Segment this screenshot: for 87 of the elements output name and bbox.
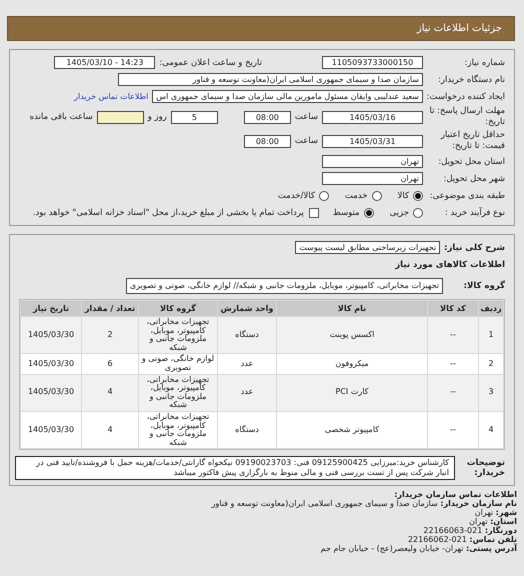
radio-label: خدمت (344, 190, 368, 200)
radio-button[interactable] (413, 208, 423, 218)
need-number-field: 1105093733000150 (322, 56, 423, 69)
table-cell: تجهیزات مخابراتی، کامپیوتر، موبایل، ملزومات جانبی و شبکه (139, 412, 217, 448)
column-header: تعداد / مقدار (82, 301, 138, 316)
field-label: ساعت (294, 136, 318, 146)
field-label: نام دستگاه خریدار: (437, 74, 505, 84)
column-header: واحد شمارش (218, 301, 276, 316)
field-label: شهر محل تحویل: (442, 174, 505, 184)
city-field: تهران (322, 172, 423, 185)
table-cell: عدد (218, 374, 276, 411)
days-field: 5 (170, 110, 218, 124)
contact-line: استان: تهران (468, 517, 517, 526)
field-label: روز و (148, 112, 167, 122)
radio-button[interactable] (318, 190, 329, 200)
table-cell: 1405/03/30 (21, 354, 81, 374)
field-label: ساعت (294, 112, 318, 122)
contact-title: اطلاعات تماس سازمان خریدار: (393, 490, 517, 500)
field-label: ساعت باقی مانده (30, 112, 93, 122)
table-cell: 1405/03/30 (21, 374, 81, 411)
table-cell: 4 (82, 374, 138, 411)
table-cell: 1 (479, 317, 503, 354)
field-label: گروه کالا: (462, 281, 505, 291)
table-cell: -- (428, 412, 478, 448)
table-cell: کامپیوتر شخصی (277, 412, 427, 448)
field-label: حداقل تاریخ اعتبار قیمت: تا تاریخ: (440, 130, 505, 152)
radio-button[interactable] (364, 208, 374, 218)
requester-field: سعید عندلیبی وایقان مسئول مامورین مالی سازمان صدا و سیمای جمهوری اس (152, 90, 423, 103)
section-heading: اطلاعات کالاهای مورد نیاز (394, 260, 505, 270)
table-cell: 2 (82, 317, 138, 354)
column-header: ردیف (479, 301, 503, 316)
table-cell: -- (428, 354, 478, 374)
table-cell: 6 (82, 354, 138, 374)
radio-label: جزیی (390, 208, 409, 218)
validity-time-field: 08:00 (244, 134, 291, 148)
deadline-time-field: 08:00 (244, 110, 291, 124)
contact-line: آدرس پستی: تهران- خیابان ولیعصر(عج) - خیابان جام جم (320, 544, 517, 554)
table-cell: کارت PCI (277, 374, 427, 411)
field-label: استان محل تحویل: (437, 156, 505, 166)
column-header: تاریخ نیاز (21, 301, 81, 316)
column-header: گروه کالا (139, 301, 217, 316)
table-cell: اکسس پوینت (277, 317, 427, 354)
field-label: شماره نیاز: (464, 58, 505, 68)
table-cell: عدد (218, 354, 276, 374)
column-header: کد کالا (428, 301, 478, 316)
table-cell: دستگاه (218, 317, 276, 354)
table-cell: -- (428, 374, 478, 411)
notes-box: کارشناس خرید:میرزایی 09125900425 فنی: 09190023703 نیکخواه گارانتی/خدمات/هزینه حمل با فروشنده/تایید فنی در انبار شرکت پس از تست بررسی فنی و مالی منوط به بارگزاری پیش فاکتور میباشد (15, 456, 455, 480)
table-cell: دستگاه (218, 412, 276, 448)
table-cell: -- (428, 317, 478, 354)
buyer-org-field: سازمان صدا و سیمای جمهوری اسلامی ایران(معاونت توسعه و فناور (118, 73, 423, 86)
hours-field (96, 110, 144, 124)
contact-line: نام سازمان خریدار: سازمان صدا و سیمای جمهوری اسلامی ایران(معاونت توسعه و فناور (210, 499, 517, 508)
field-label: تاریخ و ساعت اعلان عمومی: (159, 58, 262, 68)
radio-label: کالا (398, 190, 409, 200)
table-cell: لوازم خانگی، صوتی و تصویری (139, 354, 217, 374)
header-title: جزئیات اطلاعات نیاز (416, 23, 502, 34)
deadline-date-field: 1405/03/16 (322, 110, 423, 124)
field-label: توضیحات خریدار: (466, 458, 505, 478)
goods-group-field: تجهیزات مخابراتی، کامپیوتر، موبایل، ملزومات جانبی و شبکه// لوازم خانگی، صوتی و تصویری (126, 278, 443, 294)
table-cell: 4 (82, 412, 138, 448)
table-cell: 1405/03/30 (21, 412, 81, 448)
table-cell: 1405/03/30 (21, 317, 81, 354)
table-cell: میکروفون (277, 354, 427, 374)
checkbox[interactable] (308, 208, 319, 218)
field-label: ایجاد کننده درخواست: (426, 92, 505, 102)
table-cell: تجهیزات مخابراتی، کامپیوتر، موبایل، ملزومات جانبی و شبکه (139, 374, 217, 411)
field-label: طبقه بندی موضوعی: (428, 190, 505, 200)
radio-button[interactable] (372, 190, 382, 200)
table-cell: تجهیزات مخابراتی، کامپیوتر، موبایل، ملزومات جانبی و شبکه (139, 317, 217, 354)
validity-date-field: 1405/03/31 (322, 134, 423, 148)
table-cell: 2 (479, 354, 503, 374)
table-cell: 3 (479, 374, 503, 411)
table-cell: 4 (479, 412, 503, 448)
radio-button[interactable] (413, 190, 423, 200)
checkbox-label: پرداخت تمام یا بخشی از مبلغ خرید،از محل "اسناد خزانه اسلامی" خواهد بود. (32, 208, 304, 218)
field-label: نوع فرآیند خرید : (444, 208, 505, 218)
field-label: مهلت ارسال پاسخ: تا تاریخ: (428, 106, 505, 128)
radio-label: کالا/خدمت (278, 190, 315, 200)
contact-link[interactable]: اطلاعات تماس خریدار (74, 92, 148, 101)
radio-label: متوسط (332, 208, 360, 218)
announce-date-field: 1405/03/10 - 14:23 (54, 56, 156, 69)
description-field: تجهیزات زیرساختی مطابق لیست پیوست (295, 241, 440, 254)
contact-line: شهر: تهران (474, 508, 517, 518)
province-field: تهران (322, 155, 423, 168)
column-header: نام کالا (277, 301, 427, 316)
field-label: شرح کلی نیاز: (444, 242, 505, 252)
